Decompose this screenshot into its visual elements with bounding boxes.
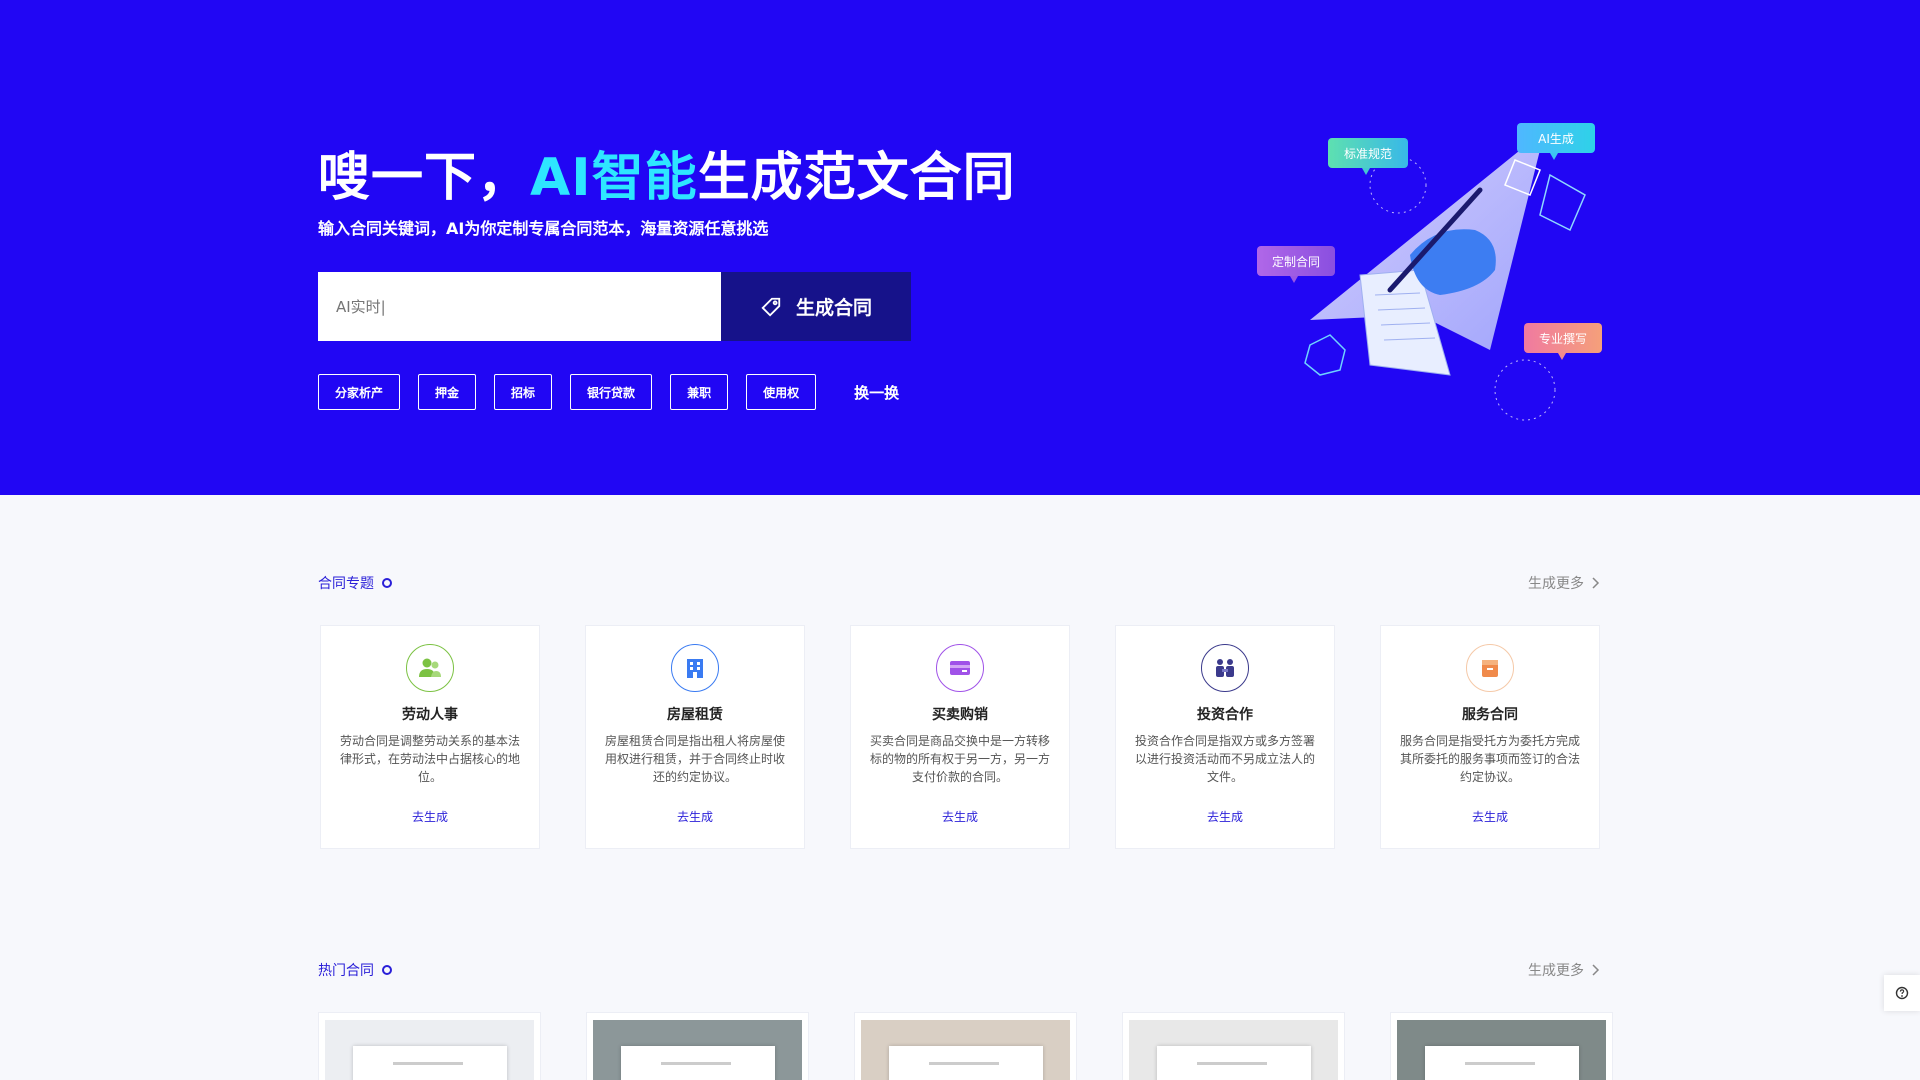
hot-contract-card[interactable]: [318, 1012, 541, 1080]
keyword-tag[interactable]: 兼职: [670, 374, 729, 410]
chevron-right-icon: [1592, 964, 1600, 976]
hot-more-link[interactable]: 生成更多: [1528, 960, 1600, 980]
hot-contract-card[interactable]: [854, 1012, 1077, 1080]
hero-title-post: 生成范文合同: [697, 148, 1016, 208]
topic-card-desc: 投资合作合同是指双方或多方签署以进行投资活动而不另成立法人的文件。: [1134, 734, 1315, 784]
contract-paper: [1157, 1046, 1311, 1080]
topic-card[interactable]: 投资合作 投资合作合同是指双方或多方签署以进行投资活动而不另成立法人的文件。 去…: [1115, 625, 1335, 849]
generate-contract-label: 生成合同: [795, 297, 872, 319]
chevron-right-icon: [1592, 577, 1600, 589]
contract-thumbnail: [1129, 1020, 1338, 1080]
topic-card-desc: 服务合同是指受托方为委托方完成其所委托的服务事项而签订的合法约定协议。: [1399, 734, 1580, 784]
handshake-icon: [1201, 644, 1249, 692]
tag-icon: [761, 297, 781, 317]
topic-card-link[interactable]: 去生成: [412, 808, 448, 825]
illus-label-custom: 定制合同: [1272, 254, 1320, 269]
topic-card[interactable]: 服务合同 服务合同是指受托方为委托方完成其所委托的服务事项而签订的合法约定协议。…: [1380, 625, 1600, 849]
topic-card-link[interactable]: 去生成: [677, 808, 713, 825]
topic-card-link[interactable]: 去生成: [1207, 808, 1243, 825]
paper-line: [661, 1062, 731, 1065]
hot-contract-card[interactable]: [586, 1012, 809, 1080]
hot-header: 热门合同 生成更多: [318, 958, 1600, 982]
topic-card-title: 房屋租赁: [667, 707, 723, 723]
topics-header: 合同专题 生成更多: [318, 571, 1600, 595]
hero-illustration: 标准规范 AI生成 定制合同 专业撰写: [1257, 123, 1602, 421]
hot-title: 热门合同: [318, 963, 374, 979]
title-dot-icon: [382, 965, 392, 975]
paper-line: [929, 1062, 999, 1065]
topic-card[interactable]: 劳动人事 劳动合同是调整劳动关系的基本法律形式，在劳动法中占据核心的地位。 去生…: [320, 625, 540, 849]
contract-thumbnail: [1397, 1020, 1606, 1080]
hot-contract-cards: [318, 1012, 1613, 1080]
paper-line: [1465, 1062, 1535, 1065]
paper-line: [393, 1062, 463, 1065]
search-box: 生成合同: [318, 272, 911, 341]
hero-title: 嗖一下，AI智能生成范文合同: [318, 135, 1016, 210]
hot-more-label: 生成更多: [1528, 963, 1584, 979]
topic-card-desc: 买卖合同是商品交换中是一方转移标的物的所有权于另一方，另一方支付价款的合同。: [869, 734, 1050, 784]
hero-banner: 嗖一下，AI智能生成范文合同 输入合同关键词，AI为你定制专属合同范本，海量资源…: [0, 0, 1920, 495]
topic-card-title: 投资合作: [1197, 707, 1253, 723]
search-input[interactable]: [318, 272, 721, 341]
generate-contract-button[interactable]: 生成合同: [721, 272, 911, 341]
topic-card[interactable]: 房屋租赁 房屋租赁合同是指出租人将房屋使用权进行租赁，并于合同终止时收还的约定协…: [585, 625, 805, 849]
card-icon: [936, 644, 984, 692]
topic-card-link[interactable]: 去生成: [1472, 808, 1508, 825]
keyword-tag[interactable]: 招标: [494, 374, 553, 410]
topics-more-link[interactable]: 生成更多: [1528, 573, 1600, 593]
contract-thumbnail: [325, 1020, 534, 1080]
topic-card-desc: 房屋租赁合同是指出租人将房屋使用权进行租赁，并于合同终止时收还的约定协议。: [604, 734, 785, 784]
topic-card-desc: 劳动合同是调整劳动关系的基本法律形式，在劳动法中占据核心的地位。: [339, 734, 520, 784]
keyword-tags: 分家析产 押金 招标 银行贷款 兼职 使用权 换一换: [318, 374, 899, 410]
illus-label-ai: AI生成: [1538, 132, 1574, 146]
box-icon: [1466, 644, 1514, 692]
topic-card-link[interactable]: 去生成: [942, 808, 978, 825]
help-icon: [1895, 986, 1909, 1000]
keyword-tag[interactable]: 银行贷款: [570, 374, 653, 410]
topic-card-title: 买卖购销: [932, 707, 988, 723]
title-dot-icon: [382, 578, 392, 588]
hero-title-ai: AI智能: [530, 148, 698, 208]
building-icon: [671, 644, 719, 692]
paper-line: [1197, 1062, 1267, 1065]
hero-title-pre: 嗖一下，: [318, 148, 531, 208]
topic-cards: 劳动人事 劳动合同是调整劳动关系的基本法律形式，在劳动法中占据核心的地位。 去生…: [320, 625, 1600, 849]
topics-title-wrap: 合同专题: [318, 573, 392, 593]
contract-paper: [889, 1046, 1043, 1080]
topics-more-label: 生成更多: [1528, 576, 1584, 592]
keyword-tag[interactable]: 分家析产: [318, 374, 401, 410]
contract-thumbnail: [593, 1020, 802, 1080]
contract-paper: [353, 1046, 507, 1080]
topic-card-title: 劳动人事: [402, 707, 458, 723]
contract-paper: [621, 1046, 775, 1080]
people-icon: [406, 644, 454, 692]
help-float-button[interactable]: [1884, 975, 1920, 1011]
illus-label-pro: 专业撰写: [1539, 331, 1587, 346]
illus-label-standard: 标准规范: [1344, 146, 1392, 161]
hot-title-wrap: 热门合同: [318, 960, 392, 980]
contract-paper: [1425, 1046, 1579, 1080]
topic-card-title: 服务合同: [1462, 707, 1518, 723]
topics-title: 合同专题: [318, 576, 374, 592]
contract-thumbnail: [861, 1020, 1070, 1080]
hot-contract-card[interactable]: [1122, 1012, 1345, 1080]
hero-subtitle: 输入合同关键词，AI为你定制专属合同范本，海量资源任意挑选: [318, 219, 769, 238]
swap-tags-button[interactable]: 换一换: [854, 382, 899, 403]
topic-card[interactable]: 买卖购销 买卖合同是商品交换中是一方转移标的物的所有权于另一方，另一方支付价款的…: [850, 625, 1070, 849]
keyword-tag[interactable]: 押金: [418, 374, 477, 410]
keyword-tag[interactable]: 使用权: [746, 374, 817, 410]
hot-contract-card[interactable]: [1390, 1012, 1613, 1080]
